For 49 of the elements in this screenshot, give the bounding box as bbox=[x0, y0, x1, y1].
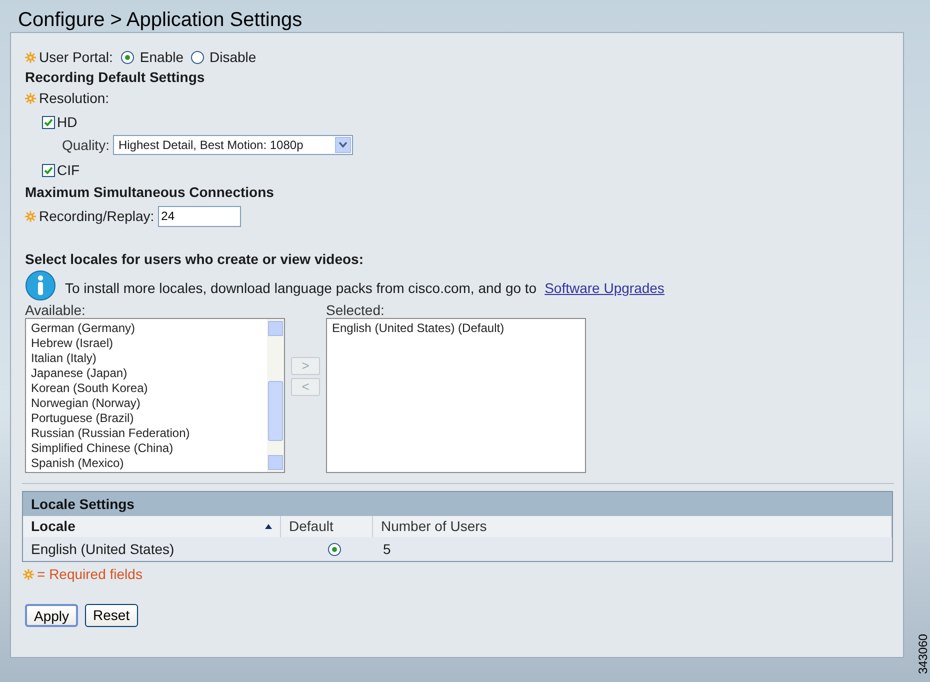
field-label: Recording/Replay: bbox=[39, 206, 154, 226]
selected-list[interactable]: English (United States) (Default) bbox=[326, 318, 586, 473]
radio-button[interactable] bbox=[190, 50, 204, 64]
section-heading: Select locales for users who create or view videos: bbox=[25, 250, 364, 269]
table-cell-text: English (United States) bbox=[30, 540, 176, 559]
replay-input[interactable]: 24 bbox=[158, 206, 242, 226]
list-item[interactable]: Italian (Italy) bbox=[31, 351, 267, 366]
list-label: Available: bbox=[25, 302, 86, 318]
info-text: To install more locales, download language packs from cisco.com, and go to bbox=[65, 279, 537, 298]
section-heading: Recording Default Settings bbox=[25, 68, 206, 87]
checkbox-label: HD bbox=[57, 113, 78, 132]
list-item[interactable]: Spanish (Mexico) bbox=[31, 456, 267, 471]
figure-id: 343060 bbox=[915, 632, 930, 674]
scrollbar[interactable] bbox=[267, 319, 284, 472]
field-label: Quality: bbox=[62, 136, 110, 155]
column-header[interactable]: Default bbox=[281, 516, 373, 537]
required-icon bbox=[23, 568, 34, 580]
info-icon bbox=[25, 270, 56, 301]
form-button[interactable]: Reset bbox=[85, 604, 138, 627]
list-item[interactable]: Russian (Russian Federation) bbox=[31, 426, 267, 441]
column-header[interactable]: Locale bbox=[23, 516, 281, 537]
field-label: User Portal: bbox=[39, 48, 113, 66]
software-upgrades-link[interactable]: Software Upgrades bbox=[544, 278, 664, 299]
list-item[interactable]: Simplified Chinese (China) bbox=[31, 441, 267, 456]
quality-dropdown[interactable]: Highest Detail, Best Motion: 1080p bbox=[113, 135, 354, 155]
list-item[interactable]: Portuguese (Brazil) bbox=[31, 411, 267, 426]
radio-label: Enable bbox=[140, 48, 184, 66]
table-title: Locale Settings bbox=[23, 492, 892, 516]
form-button[interactable]: Apply bbox=[25, 604, 78, 627]
table-cell-text: 5 bbox=[382, 540, 392, 558]
radio-label: Disable bbox=[210, 48, 256, 66]
page-title: Configure > Application Settings bbox=[18, 8, 302, 33]
available-list[interactable]: German (Germany) Hebrew (Israel) Italian (Italy) Japanese (Japan) Korean (South Korea) Norwegian (Norway) Portuguese (Brazil) Russian (Russian Federation) Simplified Chinese (China) Spanish (Mexico) bbox=[25, 318, 285, 473]
required-note: = Required fields bbox=[37, 564, 142, 584]
section-heading: Maximum Simultaneous Connections bbox=[25, 183, 275, 202]
checkbox-label: CIF bbox=[57, 161, 80, 180]
list-item[interactable]: German (Germany) bbox=[31, 321, 267, 336]
radio-button[interactable] bbox=[120, 50, 134, 64]
list-item[interactable]: Japanese (Japan) bbox=[31, 366, 267, 381]
list-item[interactable]: English (United States) (Default) bbox=[332, 321, 585, 336]
list-item[interactable]: Norwegian (Norway) bbox=[31, 396, 267, 411]
list-item[interactable]: Korean (South Korea) bbox=[31, 381, 267, 396]
list-item[interactable]: Hebrew (Israel) bbox=[31, 336, 267, 351]
column-header[interactable]: Number of Users bbox=[373, 516, 892, 537]
field-label: Resolution: bbox=[39, 88, 110, 108]
list-label: Selected: bbox=[326, 302, 386, 318]
radio-button[interactable] bbox=[328, 542, 341, 556]
checkbox[interactable] bbox=[42, 116, 55, 129]
checkbox[interactable] bbox=[42, 164, 55, 177]
